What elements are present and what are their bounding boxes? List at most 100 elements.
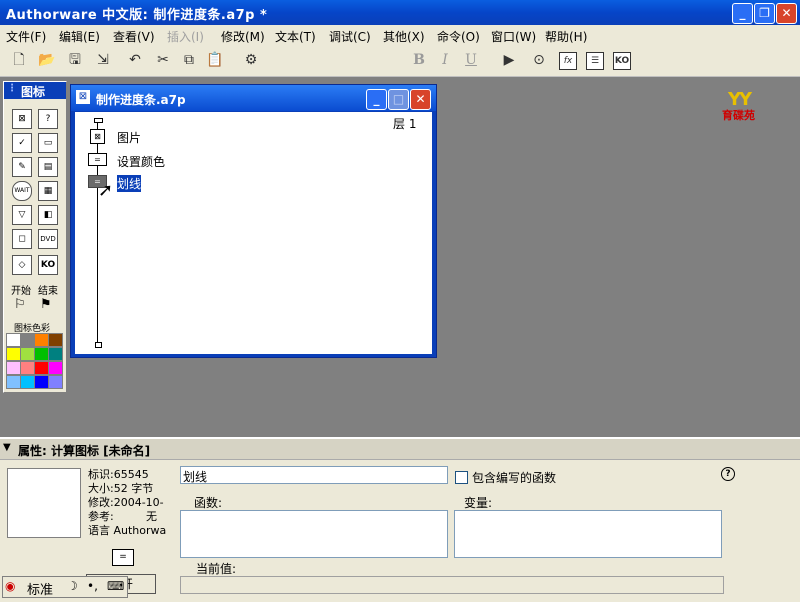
menu-insert[interactable]: 插入(I) xyxy=(167,28,204,45)
soft-keyboard-icon[interactable]: ⌨ xyxy=(107,579,124,593)
find-icon[interactable]: ⚙ xyxy=(242,51,260,69)
collapse-icon[interactable]: ▼ xyxy=(3,442,11,453)
display-node-icon[interactable]: ⊠ xyxy=(90,129,105,144)
sound-icon[interactable]: ◇ xyxy=(12,255,32,275)
current-value-field[interactable] xyxy=(180,576,724,594)
color-swatch[interactable] xyxy=(6,375,21,389)
menu-file[interactable]: 文件(F) xyxy=(6,28,46,45)
flowchart-close-button[interactable]: ✕ xyxy=(410,89,431,110)
cut-icon[interactable]: ✂ xyxy=(154,51,172,69)
color-swatch[interactable] xyxy=(34,375,49,389)
color-swatch[interactable] xyxy=(34,361,49,375)
help-icon[interactable]: ? xyxy=(721,467,735,481)
calculation-icon[interactable]: ▭ xyxy=(38,133,58,153)
menu-window[interactable]: 窗口(W) xyxy=(491,28,536,45)
flowchart-minimize-button[interactable]: _ xyxy=(366,89,387,110)
include-functions-checkbox[interactable] xyxy=(455,471,468,484)
erase-icon[interactable]: ✓ xyxy=(12,133,32,153)
variables-list[interactable] xyxy=(454,510,722,558)
menu-debug[interactable]: 调试(C) xyxy=(329,28,371,45)
restart-icon[interactable]: ▶ xyxy=(500,51,518,69)
ime-mode-label[interactable]: 标准 xyxy=(27,579,53,598)
menu-edit[interactable]: 编辑(E) xyxy=(59,28,100,45)
color-swatch[interactable] xyxy=(48,375,63,389)
color-swatch[interactable] xyxy=(6,347,21,361)
video-icon[interactable]: DVD xyxy=(38,229,58,249)
calculation-icon: = xyxy=(112,549,134,566)
color-swatch[interactable] xyxy=(6,333,21,347)
open-folder-icon[interactable]: 📂 xyxy=(38,51,56,69)
menu-text[interactable]: 文本(T) xyxy=(275,28,316,45)
menu-command[interactable]: 命令(O) xyxy=(437,28,480,45)
half-width-icon[interactable]: ☽ xyxy=(67,579,78,593)
color-swatch[interactable] xyxy=(20,375,35,389)
menu-help[interactable]: 帮助(H) xyxy=(545,28,587,45)
toolbar: 🗋 📂 🖫 ⇲ ↶ ✂ ⧉ 📋 ⚙ ▼ B I U ▶ ⊙ fx ☰ KO YY… xyxy=(0,45,800,122)
movie-icon[interactable]: ◧ xyxy=(38,205,58,225)
palette-header: ⋮ 图标 xyxy=(4,82,66,99)
maximize-button[interactable]: ❐ xyxy=(754,3,775,24)
color-swatch[interactable] xyxy=(20,347,35,361)
decision-icon[interactable]: ✎ xyxy=(12,157,32,177)
node-label-picture[interactable]: 图片 xyxy=(117,129,141,146)
close-icon: ✕ xyxy=(781,6,792,20)
start-flag-label: 开始 xyxy=(11,286,31,297)
icon-language: 语言 Authorwa xyxy=(88,524,167,537)
minimize-button[interactable]: _ xyxy=(732,3,753,24)
save-all-icon[interactable]: 🖫 xyxy=(66,51,84,69)
menu-view[interactable]: 查看(V) xyxy=(113,28,155,45)
color-swatch[interactable] xyxy=(20,361,35,375)
display-icon[interactable]: ⊠ xyxy=(12,109,32,129)
menu-modify[interactable]: 修改(M) xyxy=(221,28,265,45)
mouse-cursor-icon: ➚ xyxy=(98,180,114,201)
color-swatch[interactable] xyxy=(6,361,21,375)
flowchart-canvas[interactable]: 层 1 ⊠ 图片 = 设置颜色 = 划线 ➚ xyxy=(75,112,432,354)
node-label-draw-line[interactable]: 划线 xyxy=(117,175,142,192)
color-swatch[interactable] xyxy=(34,347,49,361)
import-icon[interactable]: ⇲ xyxy=(94,51,112,69)
color-swatch[interactable] xyxy=(34,333,49,347)
end-flag-icon[interactable]: ⚑ xyxy=(40,297,52,312)
icon-preview xyxy=(7,468,81,538)
flowchart-maximize-button[interactable]: □ xyxy=(388,89,409,110)
functions-button[interactable]: fx xyxy=(559,52,577,70)
calculation-node-icon[interactable]: = xyxy=(88,153,107,166)
start-flag-icon[interactable]: ⚐ xyxy=(14,297,26,312)
new-file-icon[interactable]: 🗋 xyxy=(10,51,28,69)
underline-button[interactable]: U xyxy=(462,51,480,69)
flowline-start-marker xyxy=(94,118,103,123)
logo: YY 育碟苑 xyxy=(722,89,780,122)
grip-icon: ⋮ xyxy=(7,83,17,94)
logo-text: 育碟苑 xyxy=(722,109,755,122)
bold-button[interactable]: B xyxy=(410,51,428,69)
copy-icon[interactable]: ⧉ xyxy=(180,51,198,69)
ime-logo-icon[interactable]: ◉ xyxy=(5,579,15,593)
navigate-icon[interactable]: ▤ xyxy=(38,157,58,177)
color-swatch[interactable] xyxy=(48,361,63,375)
punctuation-icon[interactable]: •, xyxy=(87,579,98,593)
color-swatch[interactable] xyxy=(20,333,35,347)
close-button[interactable]: ✕ xyxy=(776,3,797,24)
color-swatch[interactable] xyxy=(48,333,63,347)
menu-other[interactable]: 其他(X) xyxy=(383,28,425,45)
motion-icon[interactable]: ? xyxy=(38,109,58,129)
functions-list[interactable] xyxy=(180,510,448,558)
paste-icon[interactable]: 📋 xyxy=(206,51,224,69)
undo-icon[interactable]: ↶ xyxy=(126,51,144,69)
properties-header: ▼ 属性: 计算图标 [未命名] xyxy=(0,439,800,460)
color-swatch[interactable] xyxy=(48,347,63,361)
node-label-set-color[interactable]: 设置颜色 xyxy=(117,153,165,170)
italic-button[interactable]: I xyxy=(436,51,454,69)
framework-icon[interactable]: ◻ xyxy=(12,229,32,249)
ko-icon[interactable]: KO xyxy=(38,255,58,275)
interaction-icon[interactable]: ▽ xyxy=(12,205,32,225)
include-functions-label: 包含编写的函数 xyxy=(472,471,557,485)
map-icon[interactable]: ▦ xyxy=(38,181,58,201)
icon-name-field[interactable]: 划线 xyxy=(180,466,448,484)
control-panel-icon[interactable]: ⊙ xyxy=(530,51,548,69)
knowledge-objects-button[interactable]: KO xyxy=(613,52,631,70)
title-bar: Authorware 中文版: 制作进度条.a7p * _ ❐ ✕ xyxy=(0,0,800,25)
wait-icon[interactable]: WAIT xyxy=(12,181,32,201)
variables-icon[interactable]: ☰ xyxy=(586,52,604,70)
maximize-icon: □ xyxy=(392,92,405,106)
